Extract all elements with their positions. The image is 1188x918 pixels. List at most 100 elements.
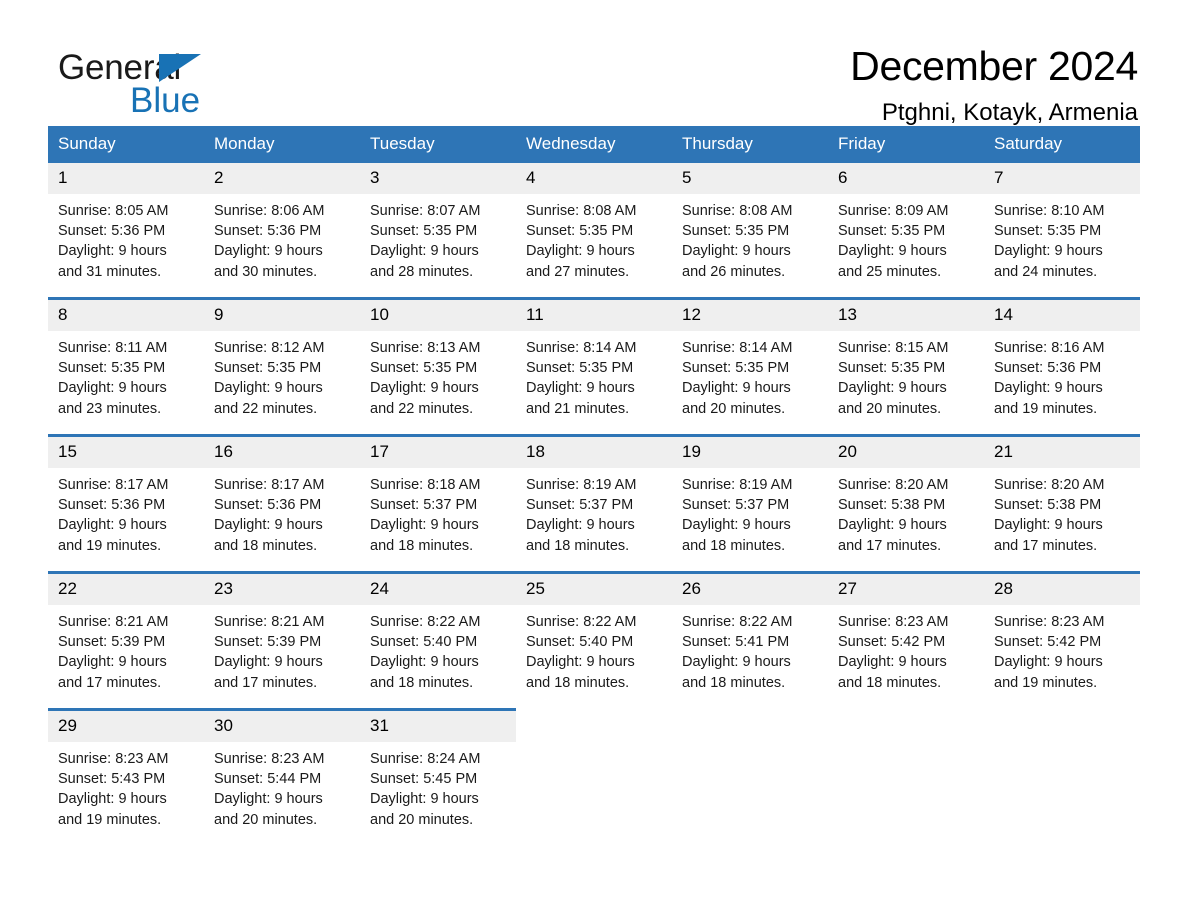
daylight-text-line1: Daylight: 9 hours (682, 654, 791, 671)
calendar-day-cell[interactable]: 26 Sunrise: 8:22 AM Sunset: 5:41 PM Dayligh… (672, 571, 828, 710)
calendar-day-cell[interactable]: 8 Sunrise: 8:11 AM Sunset: 5:35 PM Daylight… (48, 297, 204, 436)
day-details: Sunrise: 8:19 AM Sunset: 5:37 PM Daylight:… (672, 468, 828, 556)
day-details: Sunrise: 8:12 AM Sunset: 5:35 PM Daylight:… (204, 331, 360, 419)
day-number: 1 (48, 163, 204, 194)
sunrise-text: Sunrise: 8:13 AM (370, 340, 481, 356)
daylight-text-line2: and 19 minutes. (994, 674, 1098, 691)
generalblue-logo[interactable]: General Blue (58, 48, 318, 120)
sunrise-text: Sunrise: 8:16 AM (994, 340, 1105, 356)
daylight-text-line2: and 27 minutes. (526, 263, 630, 280)
day-number-placeholder (672, 710, 828, 741)
day-details: Sunrise: 8:21 AM Sunset: 5:39 PM Daylight:… (204, 605, 360, 693)
calendar-day-cell[interactable]: 13 Sunrise: 8:15 AM Sunset: 5:35 PM Dayligh… (828, 297, 984, 436)
calendar-day-cell[interactable]: 22 Sunrise: 8:21 AM Sunset: 5:39 PM Dayligh… (48, 571, 204, 710)
calendar-day-cell[interactable]: 6 Sunrise: 8:09 AM Sunset: 5:35 PM Daylight… (828, 163, 984, 299)
daylight-text-line1: Daylight: 9 hours (370, 654, 479, 671)
calendar-day-cell[interactable]: 7 Sunrise: 8:10 AM Sunset: 5:35 PM Daylight… (984, 163, 1140, 299)
daylight-text-line2: and 20 minutes. (214, 811, 318, 828)
daylight-text-line1: Daylight: 9 hours (58, 654, 167, 671)
calendar-day-cell[interactable]: 5 Sunrise: 8:08 AM Sunset: 5:35 PM Daylight… (672, 163, 828, 299)
day-number-placeholder (984, 710, 1140, 741)
sunset-text: Sunset: 5:35 PM (526, 223, 634, 240)
sunset-text: Sunset: 5:41 PM (682, 634, 790, 651)
calendar-day-cell[interactable]: 9 Sunrise: 8:12 AM Sunset: 5:35 PM Daylight… (204, 297, 360, 436)
calendar-day-cell[interactable]: 28 Sunrise: 8:23 AM Sunset: 5:42 PM Dayligh… (984, 571, 1140, 710)
daylight-text-line2: and 18 minutes. (526, 537, 630, 554)
day-details: Sunrise: 8:20 AM Sunset: 5:38 PM Daylight:… (984, 468, 1140, 556)
sunset-text: Sunset: 5:44 PM (214, 771, 322, 788)
calendar-day-cell[interactable]: 18 Sunrise: 8:19 AM Sunset: 5:37 PM Dayligh… (516, 434, 672, 573)
sunrise-text: Sunrise: 8:22 AM (526, 614, 637, 630)
calendar-day-cell[interactable]: 17 Sunrise: 8:18 AM Sunset: 5:37 PM Dayligh… (360, 434, 516, 573)
calendar-day-cell[interactable]: 3 Sunrise: 8:07 AM Sunset: 5:35 PM Daylight… (360, 163, 516, 299)
day-details: Sunrise: 8:14 AM Sunset: 5:35 PM Daylight:… (516, 331, 672, 419)
calendar-day-cell[interactable]: 1 Sunrise: 8:05 AM Sunset: 5:36 PM Daylight… (48, 163, 204, 299)
daylight-text-line2: and 18 minutes. (838, 674, 942, 691)
sunset-text: Sunset: 5:36 PM (214, 497, 322, 514)
day-number: 7 (984, 163, 1140, 194)
day-number: 20 (828, 437, 984, 468)
weekday-header-friday: Friday (828, 126, 984, 163)
sunset-text: Sunset: 5:45 PM (370, 771, 478, 788)
daylight-text-line1: Daylight: 9 hours (370, 243, 479, 260)
day-number: 12 (672, 300, 828, 331)
calendar-day-cell[interactable]: 31 Sunrise: 8:24 AM Sunset: 5:45 PM Dayligh… (360, 708, 516, 845)
calendar-day-cell[interactable]: 21 Sunrise: 8:20 AM Sunset: 5:38 PM Dayligh… (984, 434, 1140, 573)
calendar-day-cell[interactable]: 16 Sunrise: 8:17 AM Sunset: 5:36 PM Dayligh… (204, 434, 360, 573)
calendar-day-cell[interactable]: 29 Sunrise: 8:23 AM Sunset: 5:43 PM Dayligh… (48, 708, 204, 845)
calendar-header-row: Sunday Monday Tuesday Wednesday Thursday… (48, 126, 1140, 163)
sunset-text: Sunset: 5:35 PM (214, 360, 322, 377)
sunset-text: Sunset: 5:35 PM (838, 360, 946, 377)
weekday-header-wednesday: Wednesday (516, 126, 672, 163)
day-number: 21 (984, 437, 1140, 468)
day-details: Sunrise: 8:18 AM Sunset: 5:37 PM Daylight:… (360, 468, 516, 556)
daylight-text-line1: Daylight: 9 hours (838, 380, 947, 397)
day-number: 26 (672, 574, 828, 605)
calendar-day-cell[interactable]: 10 Sunrise: 8:13 AM Sunset: 5:35 PM Dayligh… (360, 297, 516, 436)
calendar-day-cell[interactable]: 14 Sunrise: 8:16 AM Sunset: 5:36 PM Dayligh… (984, 297, 1140, 436)
calendar-day-cell[interactable]: 11 Sunrise: 8:14 AM Sunset: 5:35 PM Dayligh… (516, 297, 672, 436)
day-details: Sunrise: 8:08 AM Sunset: 5:35 PM Daylight:… (516, 194, 672, 282)
daylight-text-line1: Daylight: 9 hours (214, 517, 323, 534)
calendar-day-cell[interactable]: 19 Sunrise: 8:19 AM Sunset: 5:37 PM Dayligh… (672, 434, 828, 573)
sunrise-text: Sunrise: 8:23 AM (994, 614, 1105, 630)
calendar-day-cell[interactable]: 20 Sunrise: 8:20 AM Sunset: 5:38 PM Dayligh… (828, 434, 984, 573)
calendar-day-cell[interactable]: 24 Sunrise: 8:22 AM Sunset: 5:40 PM Dayligh… (360, 571, 516, 710)
sunset-text: Sunset: 5:39 PM (214, 634, 322, 651)
calendar-day-cell[interactable]: 15 Sunrise: 8:17 AM Sunset: 5:36 PM Dayligh… (48, 434, 204, 573)
daylight-text-line1: Daylight: 9 hours (58, 380, 167, 397)
sunrise-text: Sunrise: 8:08 AM (682, 203, 793, 219)
weekday-header-thursday: Thursday (672, 126, 828, 163)
daylight-text-line2: and 17 minutes. (994, 537, 1098, 554)
sunrise-text: Sunrise: 8:15 AM (838, 340, 949, 356)
calendar-table: Sunday Monday Tuesday Wednesday Thursday… (48, 126, 1140, 845)
day-details: Sunrise: 8:23 AM Sunset: 5:43 PM Daylight:… (48, 742, 204, 830)
calendar-day-cell[interactable]: 25 Sunrise: 8:22 AM Sunset: 5:40 PM Dayligh… (516, 571, 672, 710)
calendar-cell-empty (828, 709, 984, 845)
sunrise-text: Sunrise: 8:09 AM (838, 203, 949, 219)
sunrise-text: Sunrise: 8:21 AM (214, 614, 325, 630)
sunset-text: Sunset: 5:35 PM (994, 223, 1102, 240)
sunrise-text: Sunrise: 8:14 AM (526, 340, 637, 356)
daylight-text-line2: and 21 minutes. (526, 400, 630, 417)
day-number: 28 (984, 574, 1140, 605)
calendar-day-cell[interactable]: 30 Sunrise: 8:23 AM Sunset: 5:44 PM Dayligh… (204, 708, 360, 845)
sunset-text: Sunset: 5:37 PM (682, 497, 790, 514)
calendar-week-row: 29 Sunrise: 8:23 AM Sunset: 5:43 PM Dayligh… (48, 708, 1140, 845)
day-number: 18 (516, 437, 672, 468)
sunset-text: Sunset: 5:37 PM (370, 497, 478, 514)
day-details: Sunrise: 8:10 AM Sunset: 5:35 PM Daylight:… (984, 194, 1140, 282)
calendar-day-cell[interactable]: 2 Sunrise: 8:06 AM Sunset: 5:36 PM Daylight… (204, 163, 360, 299)
sunset-text: Sunset: 5:42 PM (994, 634, 1102, 651)
calendar-day-cell[interactable]: 4 Sunrise: 8:08 AM Sunset: 5:35 PM Daylight… (516, 163, 672, 299)
sunrise-text: Sunrise: 8:23 AM (214, 751, 325, 767)
sunrise-text: Sunrise: 8:11 AM (58, 340, 168, 356)
sunrise-text: Sunrise: 8:18 AM (370, 477, 481, 493)
calendar-day-cell[interactable]: 27 Sunrise: 8:23 AM Sunset: 5:42 PM Dayligh… (828, 571, 984, 710)
day-number: 23 (204, 574, 360, 605)
calendar-day-cell[interactable]: 12 Sunrise: 8:14 AM Sunset: 5:35 PM Dayligh… (672, 297, 828, 436)
day-details: Sunrise: 8:11 AM Sunset: 5:35 PM Daylight:… (48, 331, 204, 419)
day-details: Sunrise: 8:24 AM Sunset: 5:45 PM Daylight:… (360, 742, 516, 830)
calendar-day-cell[interactable]: 23 Sunrise: 8:21 AM Sunset: 5:39 PM Dayligh… (204, 571, 360, 710)
sunset-text: Sunset: 5:35 PM (370, 360, 478, 377)
